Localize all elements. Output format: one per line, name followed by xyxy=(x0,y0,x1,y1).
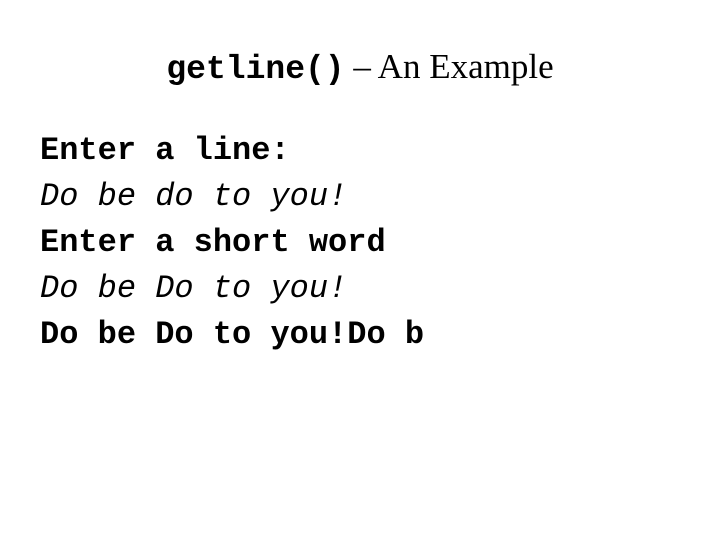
console-transcript: Enter a line: Do be do to you! Enter a s… xyxy=(40,128,680,358)
page-title: getline() – An Example xyxy=(0,44,720,94)
console-line-user-input: Do be do to you! xyxy=(40,178,348,215)
page-title-code-fragment: getline() xyxy=(166,51,345,88)
console-line-user-input: Do be Do to you! xyxy=(40,270,348,307)
slide-canvas: getline() – An Example Enter a line: Do … xyxy=(0,0,720,540)
page-title-text-fragment: – An Example xyxy=(344,47,554,86)
console-line-program-output: Do be Do to you!Do b xyxy=(40,316,425,353)
console-line-program-output: Enter a line: xyxy=(40,132,290,169)
console-line-program-output: Enter a short word xyxy=(40,224,386,261)
